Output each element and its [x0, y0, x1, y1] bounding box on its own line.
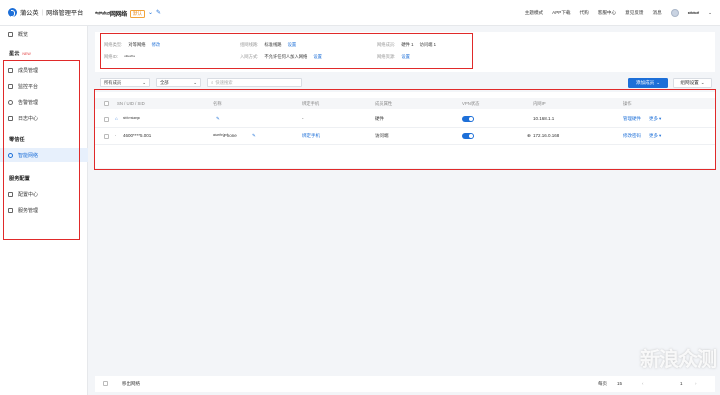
per-page-select[interactable]: 15 — [617, 381, 622, 386]
chevron-down-icon: ⌄ — [193, 79, 197, 85]
next-page-icon[interactable]: › — [695, 381, 697, 386]
dandelion-logo-icon — [8, 8, 17, 17]
brand-logo[interactable]: 蒲公英 | 网络管理平台 — [8, 8, 83, 17]
default-badge: 默认 — [129, 9, 145, 18]
theme-mode-link[interactable]: 主题模式 — [525, 10, 543, 16]
product-name: 网络管理平台 — [46, 10, 84, 17]
search-input[interactable]: ⌕ 快速搜索 — [207, 78, 302, 87]
home-icon — [8, 32, 13, 37]
top-bar: 蒲公英 | 网络管理平台 *ᵛᵗ*ᵃᶠᵘᶻᵗ网网络 默认 ⌄ ✎ 主题模式 AP… — [0, 0, 720, 26]
watermark: 新浪众测 — [640, 349, 717, 371]
sidebar-group-star: 星云 NEW — [9, 50, 31, 57]
chevron-down-icon[interactable]: ⌄ — [148, 10, 153, 16]
sidebar-item-overview[interactable]: 概览 — [8, 31, 28, 38]
group-settings-button[interactable]: 组网设置 ⌄ — [673, 78, 712, 88]
highlight-box-sidebar — [3, 60, 80, 240]
top-links: 主题模式 APP下载 代购 客服中心 意见反馈 消息 ˢᵗᶠᶜᵗᵗᵉᵗᶠ ⌄ — [525, 9, 712, 17]
support-center-link[interactable]: 客服中心 — [598, 10, 616, 16]
prev-page-icon[interactable]: ‹ — [642, 381, 644, 386]
search-placeholder: 快速搜索 — [215, 79, 233, 85]
highlight-box-table — [94, 89, 716, 170]
table-footer: 移出网络 每页 15 ‹ 1 › — [95, 376, 715, 392]
button-label: 添加成员 — [635, 80, 655, 85]
feedback-link[interactable]: 意见反馈 — [625, 10, 643, 16]
avatar[interactable] — [670, 9, 679, 17]
sidebar-item-label: 概览 — [18, 32, 29, 38]
chevron-down-icon: ⌄ — [700, 80, 705, 85]
status-select[interactable]: 全部 ⌄ — [156, 78, 201, 87]
remove-from-network-button[interactable]: 移出网络 — [122, 381, 140, 387]
app-download-link[interactable]: APP下载 — [552, 10, 570, 16]
highlight-box-info — [100, 33, 473, 69]
messages-link[interactable]: 消息 — [653, 10, 662, 16]
edit-pencil-icon[interactable]: ✎ — [156, 10, 161, 16]
network-name: *ᵛᵗ*ᵃᶠᵘᶻᵗ网网络 — [95, 12, 127, 18]
brand-separator: | — [41, 9, 44, 16]
brand-name: 蒲公英 — [20, 10, 39, 17]
chevron-down-icon[interactable]: ⌄ — [708, 10, 712, 16]
search-icon: ⌕ — [211, 80, 214, 85]
purchase-link[interactable]: 代购 — [580, 10, 589, 16]
current-page[interactable]: 1 — [680, 381, 683, 386]
user-name[interactable]: ˢᵗᶠᶜᵗᵗᵉᵗᶠ — [688, 11, 699, 16]
sidebar-group-label: 星云 — [9, 51, 20, 57]
add-member-button[interactable]: 添加成员 ⌄ — [628, 78, 668, 88]
members-select[interactable]: 所有成员 ⌄ — [100, 78, 150, 87]
button-label: 组网设置 — [680, 80, 699, 85]
network-title[interactable]: *ᵛᵗ*ᵃᶠᵘᶻᵗ网网络 默认 ⌄ ✎ — [95, 9, 161, 18]
select-value: 所有成员 — [104, 79, 122, 85]
select-value: 全部 — [160, 79, 169, 85]
chevron-down-icon: ⌄ — [656, 80, 661, 85]
filter-bar: 所有成员 ⌄ 全部 ⌄ ⌕ 快速搜索 — [100, 78, 302, 87]
per-page-label: 每页 — [598, 381, 607, 386]
chevron-down-icon: ⌄ — [142, 79, 146, 85]
new-tag: NEW — [22, 51, 31, 56]
footer-select-checkbox[interactable] — [103, 381, 108, 386]
